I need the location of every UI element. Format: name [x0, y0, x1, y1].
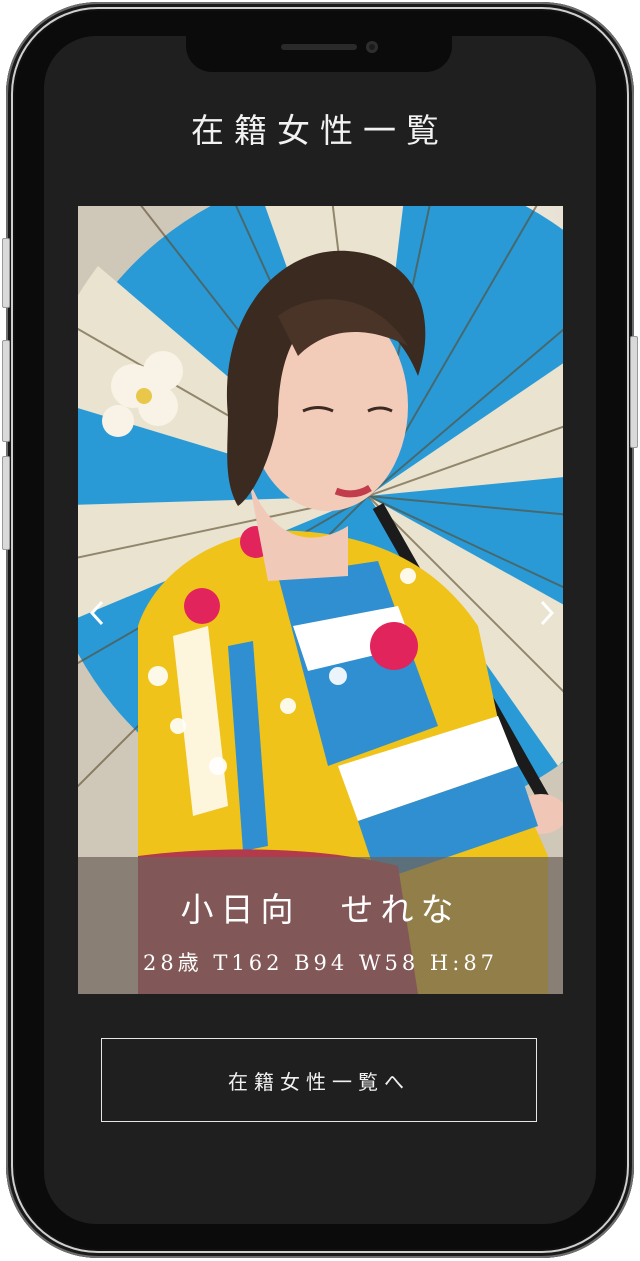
- slider-prev-button[interactable]: [82, 596, 112, 630]
- chevron-left-icon: [89, 600, 104, 626]
- chevron-right-icon: [540, 600, 555, 626]
- phone-mute-switch: [2, 238, 10, 308]
- profile-caption: 小日向 せれな 28歳 T162 B94 W58 H:87: [78, 857, 563, 994]
- profile-name: 小日向 せれな: [180, 890, 461, 929]
- front-camera: [366, 41, 378, 53]
- phone-volume-down: [2, 456, 10, 550]
- page-title: 在籍女性一覧: [191, 111, 449, 151]
- phone-power-button: [630, 336, 638, 448]
- speaker-grille: [281, 44, 357, 50]
- phone-volume-up: [2, 340, 10, 442]
- slider-next-button[interactable]: [532, 596, 562, 630]
- profile-slider[interactable]: 小日向 せれな 28歳 T162 B94 W58 H:87: [78, 206, 563, 994]
- view-all-members-button[interactable]: 在籍女性一覧へ: [101, 1038, 537, 1122]
- profile-stats: 28歳 T162 B94 W58 H:87: [142, 951, 499, 975]
- notch: [186, 36, 452, 72]
